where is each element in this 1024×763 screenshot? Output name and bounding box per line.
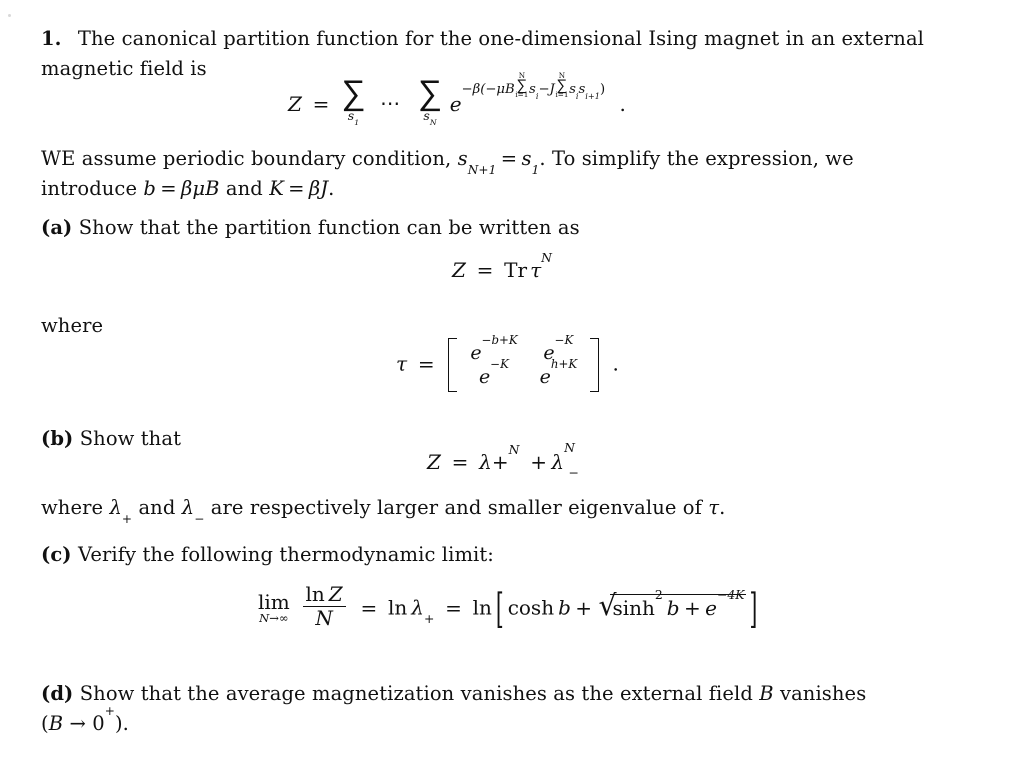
equation-trace: Z = Tr τN bbox=[452, 249, 552, 282]
part-d-line1-suffix: vanishes bbox=[773, 682, 867, 705]
eq-partition-equals: = bbox=[312, 92, 330, 117]
trace-operator: Tr bbox=[504, 258, 528, 282]
cosh-function: cosh bbox=[507, 595, 555, 620]
part-d-prompt: (d) Show that the average magnetization … bbox=[41, 682, 867, 735]
part-a-prompt: (a) Show that the partition function can… bbox=[41, 213, 580, 243]
equation-partition-function: Z = ∑ s1 ⋯ ∑ sN e−β(−μB N ∑ i=1 si−J N ∑ i=1 sis… bbox=[288, 71, 626, 127]
summation-s1: ∑ s1 bbox=[341, 73, 366, 127]
problem-intro-line2: magnetic field is bbox=[41, 57, 207, 80]
document-page: 1. The canonical partition function for … bbox=[0, 0, 1024, 763]
problem-intro-line1: The canonical partition function for the… bbox=[77, 27, 925, 50]
trace-eq-Z: Z bbox=[452, 258, 466, 282]
b-definition: b bbox=[143, 177, 156, 200]
matrix-eq-period: . bbox=[612, 351, 619, 376]
eq-partition-period: . bbox=[619, 92, 626, 117]
matrix-tau-lhs: τ bbox=[396, 351, 408, 376]
summation-sN: ∑ sN bbox=[417, 73, 443, 127]
external-field-B: B bbox=[759, 682, 774, 705]
part-c-label: (c) bbox=[41, 543, 72, 566]
sum-symbol: ∑ bbox=[417, 73, 443, 113]
boundary-condition-paragraph: WE assume periodic boundary condition, s… bbox=[41, 147, 854, 200]
boundary-line1-prefix: WE assume periodic boundary condition, bbox=[41, 147, 458, 170]
fraction-denominator: N bbox=[315, 606, 333, 630]
part-b-label: (b) bbox=[41, 427, 74, 450]
radical-icon: √ bbox=[598, 589, 617, 623]
part-c-text: Verify the following thermodynamic limit… bbox=[77, 543, 494, 566]
inner-summation-1: N ∑ i=1 bbox=[515, 71, 529, 99]
part-b-text: Show that bbox=[79, 427, 182, 450]
eigen-eq-Z: Z bbox=[427, 450, 441, 474]
K-definition: K bbox=[269, 177, 284, 200]
s-1: s bbox=[521, 147, 532, 170]
fraction-numerator: ln Z bbox=[302, 584, 346, 607]
part-c-prompt: (c) Verify the following thermodynamic l… bbox=[41, 540, 494, 570]
sum-symbol: ∑ bbox=[341, 73, 366, 113]
sinh-function: sinh bbox=[612, 595, 655, 620]
exponent-expression: −β(−μB N ∑ i=1 si−J N ∑ i=1 sisi+1) bbox=[461, 71, 606, 102]
bracket-open: [ bbox=[495, 583, 504, 633]
part-b-prompt: (b) Show that bbox=[41, 424, 181, 454]
part-a-text: Show that the partition function can be … bbox=[78, 216, 580, 239]
part-a-label: (a) bbox=[41, 216, 73, 239]
problem-intro: 1. The canonical partition function for … bbox=[41, 24, 951, 84]
limit-operator: lim N→∞ bbox=[258, 590, 290, 626]
eq-partition-Z: Z bbox=[288, 92, 302, 117]
lambda-minus: λ bbox=[181, 496, 195, 519]
matrix-row: e−K eh+K bbox=[459, 357, 588, 389]
radicand: sinh2b + e−4K bbox=[610, 587, 747, 620]
part-d-label: (d) bbox=[41, 682, 74, 705]
lambda-plus: λ bbox=[109, 496, 122, 519]
part-b-where-line: where λ+ and λ− are respectively larger … bbox=[41, 496, 726, 526]
boundary-line2-prefix: introduce bbox=[41, 177, 144, 200]
lambda-minus-term: λ bbox=[551, 450, 565, 474]
lambda-plus-term: λ bbox=[479, 450, 492, 474]
fraction-lnZ-over-N: ln Z N bbox=[302, 584, 346, 630]
square-root: √ sinh2b + e−4K bbox=[598, 587, 747, 623]
bracket-close: ] bbox=[749, 583, 758, 633]
where-label-a: where bbox=[41, 314, 104, 337]
boundary-line1-suffix: . To simplify the expression, we bbox=[539, 147, 854, 170]
tau-symbol: τ bbox=[530, 258, 542, 282]
s-N-plus-1: s bbox=[457, 147, 468, 170]
inner-summation-2: N ∑ i=1 bbox=[555, 71, 569, 99]
scan-artifact-speck bbox=[8, 14, 11, 17]
matrix-cell-1-1: eh+K bbox=[539, 357, 578, 388]
ln-lambda-plus: λ bbox=[411, 595, 424, 620]
transfer-matrix: e−b+K e−K e−K eh+K bbox=[448, 334, 599, 392]
equation-thermodynamic-limit: lim N→∞ ln Z N = ln λ+ = ln[cosh b + √ sinh2b +… bbox=[258, 582, 758, 633]
ellipsis-between-sums: ⋯ bbox=[380, 91, 404, 116]
matrix-cell-1-0: e−K bbox=[479, 357, 509, 388]
equation-eigenvalue-sum: Z = λ+N + λN− bbox=[427, 440, 579, 481]
exp-base-e: e bbox=[449, 92, 462, 117]
part-d-line1-prefix: Show that the average magnetization vani… bbox=[79, 682, 760, 705]
problem-number: 1. bbox=[41, 27, 62, 50]
equation-tau-matrix: τ = e−b+K e−K e−K eh+K . bbox=[396, 334, 619, 392]
tau-ref: τ bbox=[708, 496, 720, 519]
